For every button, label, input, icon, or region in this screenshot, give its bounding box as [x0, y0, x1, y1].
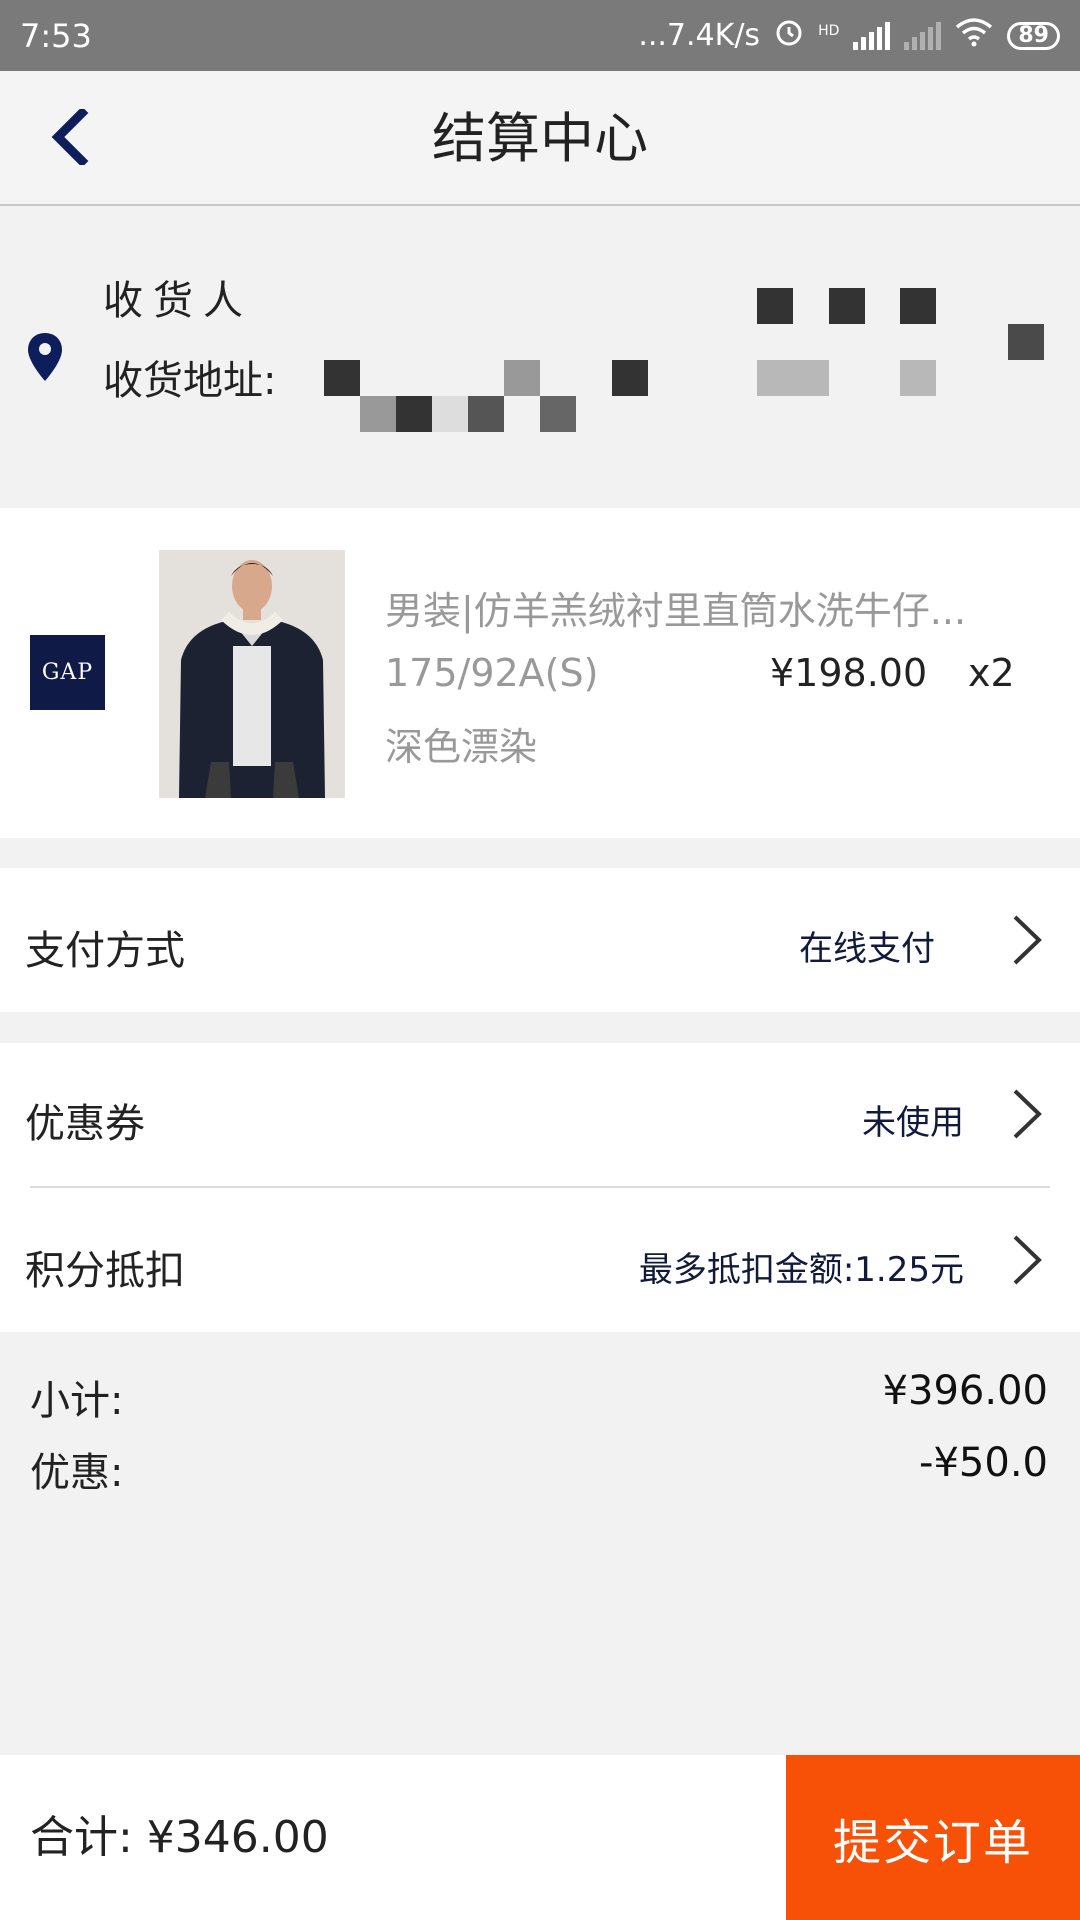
divider	[30, 1186, 1050, 1188]
coupon-label: 优惠券	[25, 1101, 145, 1147]
discount-label: 优惠:	[30, 1450, 124, 1496]
product-item[interactable]: GAP 男装|仿羊羔绒衬里直筒水洗牛仔... 175/92A(S) 深色漂染 ¥…	[0, 508, 1080, 838]
points-deduction-row[interactable]: 积分抵扣 最多抵扣金额:1.25元	[0, 1186, 1080, 1332]
recipient-label: 收货人	[103, 278, 253, 324]
coupon-row[interactable]: 优惠券 未使用	[0, 1043, 1080, 1186]
location-pin-icon	[28, 333, 62, 385]
subtotal-label: 小计:	[30, 1378, 124, 1424]
product-name: 男装|仿羊羔绒衬里直筒水洗牛仔...	[385, 589, 967, 633]
address-label: 收货地址:	[103, 358, 277, 404]
page-title: 结算中心	[432, 107, 648, 170]
battery-indicator: 89	[1007, 21, 1060, 50]
coupon-value: 未使用	[862, 1103, 964, 1143]
status-bar: 7:53 ...7.4K/s HD 89	[0, 0, 1080, 71]
chevron-right-icon	[1012, 1088, 1042, 1144]
checkout-footer: 合计: ¥346.00 提交订单	[0, 1755, 1080, 1920]
chevron-right-icon	[1012, 1234, 1042, 1290]
points-deduction-label: 积分抵扣	[25, 1248, 185, 1294]
wifi-icon	[955, 17, 993, 55]
payment-method-label: 支付方式	[25, 928, 185, 974]
points-deduction-value: 最多抵扣金额:1.25元	[638, 1250, 964, 1290]
status-indicators: ...7.4K/s HD 89	[638, 17, 1060, 55]
signal-icon	[853, 21, 891, 50]
hd-label: HD	[818, 22, 840, 39]
order-total: 合计: ¥346.00	[30, 1812, 329, 1863]
product-image	[159, 550, 345, 798]
submit-order-button[interactable]: 提交订单	[786, 1755, 1080, 1920]
signal-secondary-icon	[904, 21, 942, 50]
brand-logo: GAP	[30, 635, 105, 710]
payment-method-row[interactable]: 支付方式 在线支付	[0, 868, 1080, 1012]
network-speed: ...7.4K/s	[638, 18, 761, 53]
product-size: 175/92A(S)	[385, 651, 599, 695]
product-price: ¥198.00	[770, 651, 928, 695]
subtotal-value: ¥396.00	[882, 1368, 1048, 1414]
chevron-right-icon	[1012, 914, 1042, 970]
alarm-icon	[774, 17, 804, 55]
payment-method-value: 在线支付	[799, 929, 935, 969]
status-time: 7:53	[20, 16, 92, 55]
product-color: 深色漂染	[385, 725, 538, 769]
discount-value: -¥50.0	[919, 1440, 1048, 1486]
address-section[interactable]: 收货人 收货地址:	[0, 208, 1080, 508]
product-quantity: x2	[968, 651, 1015, 695]
nav-bar: 结算中心	[0, 71, 1080, 206]
